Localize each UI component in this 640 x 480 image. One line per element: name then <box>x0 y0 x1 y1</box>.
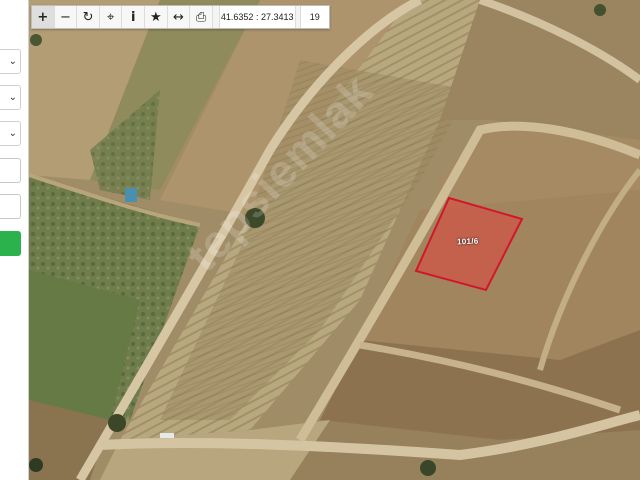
refresh-button[interactable]: ↻ <box>77 6 100 28</box>
search-button[interactable] <box>0 231 21 256</box>
refresh-icon: ↻ <box>82 9 94 25</box>
info-icon: i <box>131 9 136 25</box>
plus-icon: + <box>37 9 49 25</box>
filter-input-2[interactable] <box>0 194 21 219</box>
filter-input-1[interactable] <box>0 158 21 183</box>
map-toolbar: + − ↻ ⌖ i ★ ↔ ⎙ 41.6352 : 27.3413 19 <box>31 5 330 29</box>
map-imagery <box>0 0 640 480</box>
measure-button[interactable]: ↔ <box>167 6 191 28</box>
print-button[interactable]: ⎙ <box>190 6 213 28</box>
parcel-label: 101/6 <box>456 236 479 247</box>
zoom-in-button[interactable]: + <box>32 6 55 28</box>
coordinates-readout: 41.6352 : 27.3413 <box>218 6 296 28</box>
filter-select-2[interactable]: ⌄ <box>0 85 21 110</box>
zoom-out-button[interactable]: − <box>54 6 78 28</box>
zoom-level-readout: 19 <box>299 6 329 28</box>
crosshair-icon: ⌖ <box>106 9 115 25</box>
arrows-horizontal-icon: ↔ <box>173 9 184 25</box>
chevron-down-icon: ⌄ <box>8 92 17 103</box>
satellite-map[interactable] <box>0 0 640 480</box>
side-panel: ⌄ ⌄ ⌄ <box>0 0 29 480</box>
info-button[interactable]: i <box>122 6 146 28</box>
minus-icon: − <box>59 9 71 25</box>
chevron-down-icon: ⌄ <box>8 56 17 67</box>
locate-button[interactable]: ⌖ <box>99 6 123 28</box>
filter-select-1[interactable]: ⌄ <box>0 49 21 74</box>
chevron-down-icon: ⌄ <box>8 128 17 139</box>
favorite-button[interactable]: ★ <box>145 6 168 28</box>
print-icon: ⎙ <box>195 9 207 25</box>
filter-select-3[interactable]: ⌄ <box>0 121 21 146</box>
star-icon: ★ <box>150 9 162 25</box>
